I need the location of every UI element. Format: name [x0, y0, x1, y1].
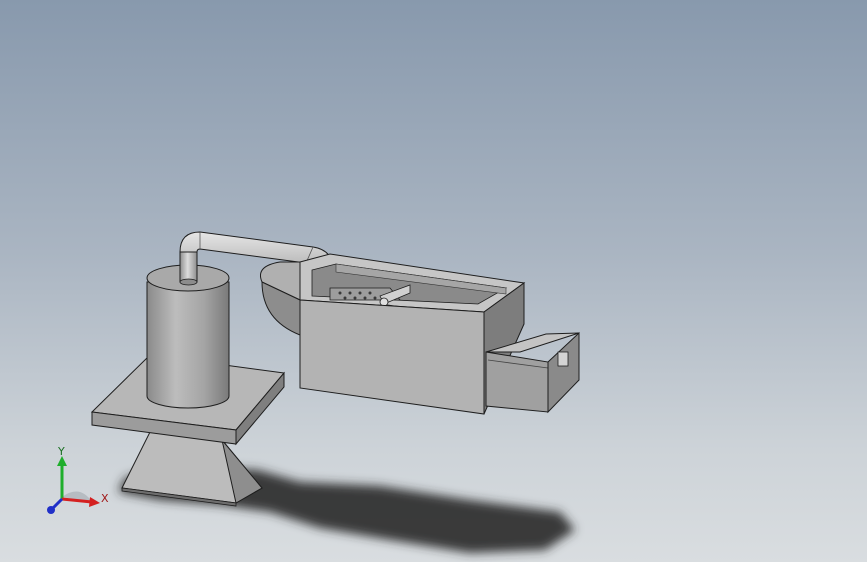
z-axis-arrow [47, 506, 55, 514]
graphics-viewport[interactable]: Y X [0, 0, 867, 562]
x-axis-arrow [89, 497, 100, 507]
drawer-handle [557, 351, 569, 367]
y-axis-label: Y [57, 445, 65, 458]
z-axis-line [51, 497, 64, 510]
condenser-box[interactable] [260, 253, 526, 415]
model-view[interactable] [0, 0, 867, 562]
coordinate-triad: Y X [47, 445, 109, 514]
boiler-tank[interactable] [146, 264, 230, 409]
riser-pipe[interactable] [179, 251, 198, 286]
x-axis-label: X [101, 492, 109, 505]
